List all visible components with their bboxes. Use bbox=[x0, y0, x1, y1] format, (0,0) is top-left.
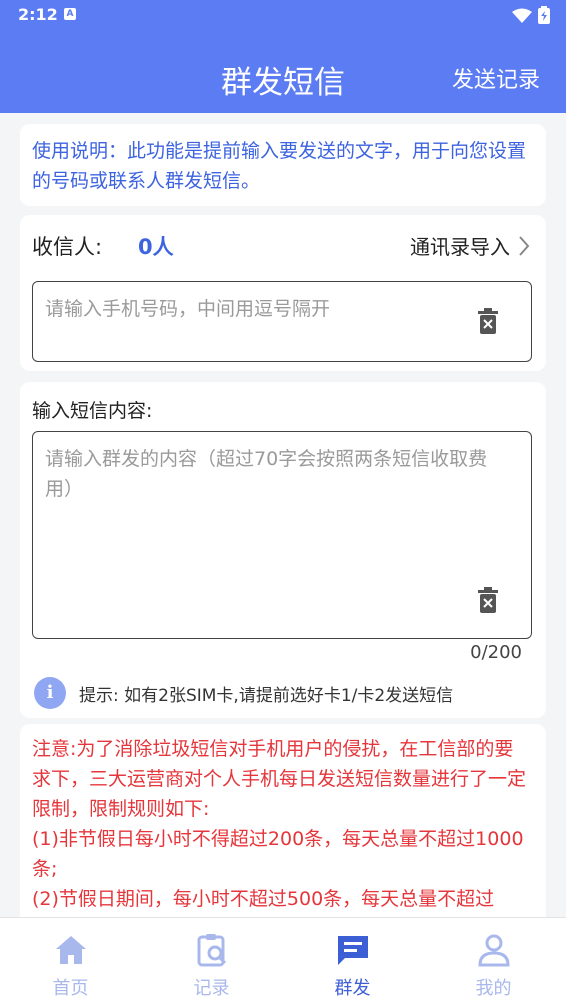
clear-phone-trash-icon[interactable] bbox=[477, 308, 499, 334]
message-icon bbox=[337, 936, 368, 965]
sim-tip: i 提示: 如有2张SIM卡,请提前选好卡1/卡2发送短信 bbox=[34, 677, 453, 709]
tab-profile[interactable]: 我的 bbox=[423, 918, 564, 1007]
tab-group-send-label: 群发 bbox=[334, 978, 371, 999]
message-content-input[interactable]: 请输入群发的内容（超过70字会按照两条短信收取费用） bbox=[32, 431, 532, 639]
clear-content-trash-icon[interactable] bbox=[477, 587, 499, 613]
tab-home[interactable]: 首页 bbox=[0, 918, 141, 1007]
recipient-card: 收信人: 0人 通讯录导入 请输入手机号码，中间用逗号隔开 bbox=[20, 215, 546, 371]
tab-records-label: 记录 bbox=[193, 978, 230, 999]
warning-text: 注意:为了消除垃圾短信对手机用户的侵扰，在工信部的要求下，三大运营商对个人手机每… bbox=[32, 738, 527, 910]
status-time: 2:12 bbox=[18, 5, 58, 24]
clipboard-search-icon bbox=[197, 934, 226, 967]
tab-home-label: 首页 bbox=[52, 978, 89, 999]
content-label: 输入短信内容: bbox=[32, 400, 153, 422]
message-content-card: 输入短信内容: 请输入群发的内容（超过70字会按照两条短信收取费用） 0/200… bbox=[20, 382, 546, 718]
recipient-label: 收信人: bbox=[32, 235, 103, 259]
phone-number-placeholder: 请输入手机号码，中间用逗号隔开 bbox=[45, 298, 331, 320]
message-content-placeholder: 请输入群发的内容（超过70字会按照两条短信收取费用） bbox=[45, 448, 488, 500]
phone-number-input[interactable]: 请输入手机号码，中间用逗号隔开 bbox=[32, 281, 532, 362]
status-bar: 2:12 A bbox=[0, 0, 566, 30]
wifi-icon bbox=[512, 8, 532, 23]
app-header: 2:12 A 群发短信 发送记录 bbox=[0, 0, 566, 113]
sim-tip-text: 提示: 如有2张SIM卡,请提前选好卡1/卡2发送短信 bbox=[79, 685, 454, 706]
notification-icon: A bbox=[64, 8, 76, 20]
send-history-button[interactable]: 发送记录 bbox=[452, 62, 540, 94]
warning-card: 注意:为了消除垃圾短信对手机用户的侵扰，在工信部的要求下，三大运营商对个人手机每… bbox=[20, 724, 546, 924]
contacts-import-label: 通讯录导入 bbox=[410, 235, 510, 259]
usage-notice-card: 使用说明：此功能是提前输入要发送的文字，用于向您设置的号码或联系人群发短信。 bbox=[20, 124, 546, 206]
contacts-import-button[interactable]: 通讯录导入 bbox=[410, 231, 530, 260]
chevron-right-icon bbox=[519, 235, 530, 256]
character-counter: 0/200 bbox=[470, 642, 522, 663]
tab-records[interactable]: 记录 bbox=[141, 918, 282, 1007]
tab-group-send[interactable]: 群发 bbox=[282, 918, 423, 1007]
battery-icon bbox=[538, 6, 550, 24]
home-icon bbox=[55, 936, 86, 964]
recipient-count: 0人 bbox=[138, 235, 174, 259]
info-icon: i bbox=[34, 677, 66, 709]
tab-profile-label: 我的 bbox=[475, 978, 512, 999]
user-icon bbox=[477, 934, 510, 967]
usage-notice-text: 使用说明：此功能是提前输入要发送的文字，用于向您设置的号码或联系人群发短信。 bbox=[32, 140, 527, 192]
bottom-tab-bar: 首页 记录 群发 我的 bbox=[0, 917, 566, 1007]
